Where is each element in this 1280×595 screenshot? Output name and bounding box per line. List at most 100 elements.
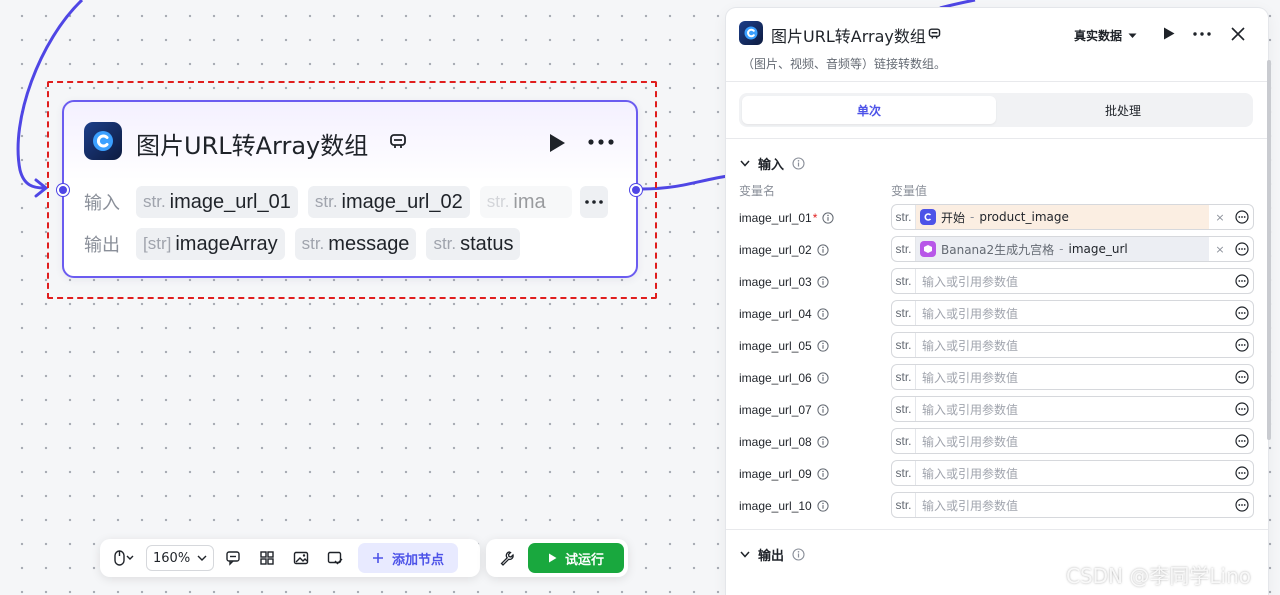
variable-name: image_url_07: [739, 403, 829, 417]
node-input-chip-truncated: str. ima: [479, 186, 572, 218]
variable-value-placeholder[interactable]: 输入或引用参数值: [916, 337, 1231, 354]
select-ref-icon[interactable]: [1231, 205, 1253, 229]
input-section-toggle[interactable]: 输入: [740, 154, 805, 173]
select-ref-icon[interactable]: [1231, 397, 1253, 421]
node-input-chip: str. image_url_02: [307, 186, 470, 218]
select-ref-icon[interactable]: [1231, 461, 1253, 485]
canvas-toolbar: 160% 添加节点: [100, 539, 480, 577]
variable-type: str.: [892, 205, 916, 229]
variable-type: str.: [892, 301, 916, 325]
variable-value-field[interactable]: str. 开始 - product_image ×: [891, 204, 1254, 230]
select-ref-icon[interactable]: [1231, 333, 1253, 357]
variable-value-field[interactable]: str. 输入或引用参数值: [891, 428, 1254, 454]
node-output-chip: str. message: [294, 228, 417, 260]
start-node-icon: [920, 209, 936, 225]
variable-value-field[interactable]: str. Banana2生成九宫格 - image_url ×: [891, 236, 1254, 262]
play-icon[interactable]: [1163, 27, 1175, 40]
input-section-label: 输入: [758, 158, 785, 173]
variable-value-field[interactable]: str. 输入或引用参数值: [891, 268, 1254, 294]
add-node-button[interactable]: 添加节点: [358, 543, 459, 573]
info-icon: [792, 157, 805, 170]
play-icon[interactable]: [548, 133, 566, 153]
run-toolbar: 试运行: [486, 539, 628, 577]
variable-value-field[interactable]: str. 输入或引用参数值: [891, 332, 1254, 358]
copy-icon[interactable]: [389, 132, 407, 150]
variable-value-field[interactable]: str. 输入或引用参数值: [891, 492, 1254, 518]
variable-reference-tag[interactable]: Banana2生成九宫格 - image_url: [916, 237, 1209, 261]
panel-divider: [726, 529, 1268, 530]
variable-row: image_url_06 str. 输入或引用参数值: [726, 364, 1268, 392]
play-icon: [548, 553, 557, 563]
debug-tools-button[interactable]: [490, 544, 524, 572]
comment-button[interactable]: [218, 544, 248, 572]
variable-value-field[interactable]: str. 输入或引用参数值: [891, 460, 1254, 486]
column-variable-name: 变量名: [739, 184, 776, 198]
info-icon: [817, 372, 829, 384]
select-ref-icon[interactable]: [1231, 429, 1253, 453]
variable-reference-tag[interactable]: 开始 - product_image: [916, 205, 1209, 229]
select-ref-icon[interactable]: [1231, 301, 1253, 325]
minimap-button[interactable]: [286, 544, 316, 572]
select-ref-icon[interactable]: [1231, 269, 1253, 293]
tab-single[interactable]: 单次: [742, 96, 996, 124]
node-input-label: 输入: [84, 193, 120, 214]
node-output-port[interactable]: [630, 184, 642, 196]
more-icon[interactable]: [588, 138, 614, 146]
more-icon[interactable]: [1193, 32, 1211, 36]
close-icon[interactable]: [1231, 27, 1245, 41]
variable-value-placeholder[interactable]: 输入或引用参数值: [916, 273, 1231, 290]
try-run-button[interactable]: 试运行: [528, 543, 624, 573]
select-ref-icon[interactable]: [1231, 493, 1253, 517]
variable-name: image_url_08: [739, 435, 829, 449]
output-section-toggle[interactable]: 输出: [740, 545, 805, 564]
variable-type: str.: [892, 461, 916, 485]
variable-type: str.: [892, 333, 916, 357]
variable-value-field[interactable]: str. 输入或引用参数值: [891, 300, 1254, 326]
variable-value-placeholder[interactable]: 输入或引用参数值: [916, 465, 1231, 482]
variable-type: str.: [892, 397, 916, 421]
tab-batch[interactable]: 批处理: [996, 96, 1250, 124]
node-input-port[interactable]: [57, 184, 69, 196]
variable-value-placeholder[interactable]: 输入或引用参数值: [916, 401, 1231, 418]
comment-icon: [226, 551, 240, 566]
clear-reference-button[interactable]: ×: [1209, 211, 1231, 224]
node-input-chip: str. image_url_01: [136, 186, 298, 218]
mouse-mode-button[interactable]: [106, 544, 142, 572]
panel-scrollbar[interactable]: [1267, 60, 1271, 440]
zoom-select[interactable]: 160%: [146, 545, 214, 571]
node-inputs-more-button[interactable]: [580, 186, 608, 218]
variable-value-placeholder[interactable]: 输入或引用参数值: [916, 305, 1231, 322]
copy-icon[interactable]: [928, 27, 941, 40]
clear-reference-button[interactable]: ×: [1209, 243, 1231, 256]
data-mode-dropdown[interactable]: 真实数据: [1074, 27, 1137, 44]
check-button[interactable]: [320, 544, 350, 572]
workflow-node-image-url-to-array[interactable]: 图片URL转Array数组 输入 str. image_url_01 str. …: [62, 100, 638, 278]
variable-value-placeholder[interactable]: 输入或引用参数值: [916, 369, 1231, 386]
variable-value-placeholder[interactable]: 输入或引用参数值: [916, 433, 1231, 450]
info-icon: [817, 436, 829, 448]
zoom-value: 160%: [153, 550, 191, 566]
select-ref-icon[interactable]: [1231, 365, 1253, 389]
panel-description: （图片、视频、音频等）链接转数组。: [742, 57, 947, 71]
variable-value-field[interactable]: str. 输入或引用参数值: [891, 364, 1254, 390]
info-icon: [817, 404, 829, 416]
variable-row: image_url_07 str. 输入或引用参数值: [726, 396, 1268, 424]
top-edge: [939, 0, 976, 10]
variable-value-field[interactable]: str. 输入或引用参数值: [891, 396, 1254, 422]
layout-button[interactable]: [252, 544, 282, 572]
info-icon: [817, 276, 829, 288]
variable-name: image_url_10: [739, 499, 829, 513]
variable-type: str.: [892, 493, 916, 517]
variable-value-placeholder[interactable]: 输入或引用参数值: [916, 497, 1231, 514]
output-section-label: 输出: [758, 549, 785, 564]
variable-name: image_url_01 *: [739, 211, 834, 225]
select-ref-icon[interactable]: [1231, 237, 1253, 261]
info-icon: [817, 244, 829, 256]
variable-name: image_url_02: [739, 243, 829, 257]
variable-row: image_url_04 str. 输入或引用参数值: [726, 300, 1268, 328]
mouse-icon: [114, 550, 134, 566]
add-node-label: 添加节点: [392, 552, 445, 568]
chevron-down-icon: [1128, 33, 1137, 38]
info-icon: [817, 468, 829, 480]
check-doc-icon: [327, 551, 343, 565]
